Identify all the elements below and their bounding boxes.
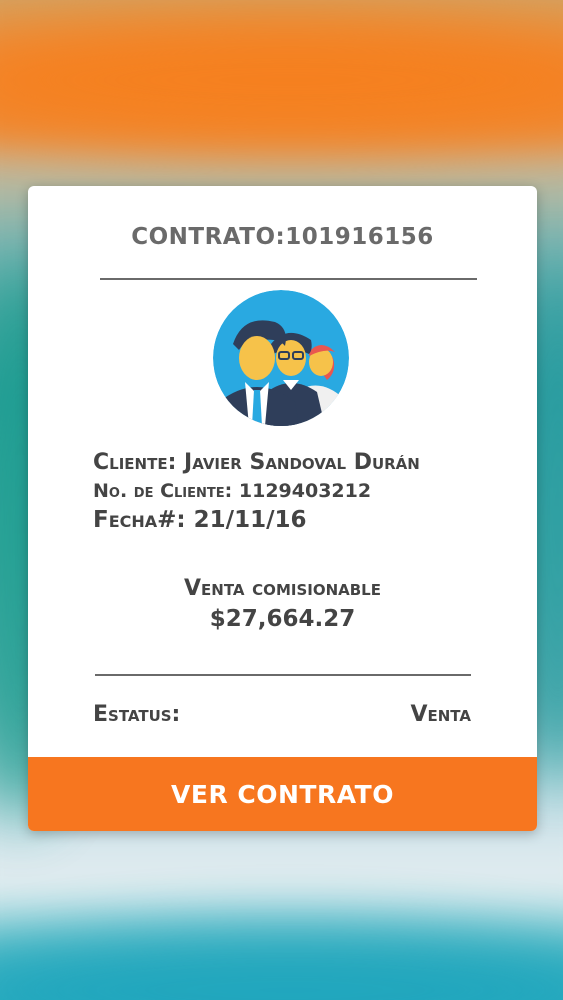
status-row: Estatus: Venta: [93, 702, 471, 727]
client-name-label: Cliente:: [93, 450, 177, 475]
sale-amount: $27,664.27: [209, 606, 356, 632]
date-row: Fecha#: 21/11/16: [93, 506, 420, 535]
client-number-row: No. de Cliente: 1129403212: [93, 477, 420, 506]
contract-title: CONTRATO:101916156: [131, 224, 434, 250]
client-number-value: 1129403212: [238, 480, 372, 502]
sale-label: Venta comisionable: [184, 576, 381, 601]
divider: [100, 278, 477, 280]
client-name-value: Javier Sandoval Durán: [184, 450, 420, 475]
contract-card: CONTRATO:101916156 Cliente: Javier Sando…: [28, 186, 537, 831]
divider: [95, 674, 471, 676]
status-value: Venta: [410, 702, 471, 727]
date-label: Fecha#:: [93, 507, 186, 533]
client-number-label: No. de Cliente:: [93, 480, 233, 502]
sale-summary: Venta comisionable $27,664.27: [28, 574, 537, 634]
client-name-row: Cliente: Javier Sandoval Durán: [93, 448, 420, 477]
date-value: 21/11/16: [193, 507, 307, 533]
view-contract-button[interactable]: VER CONTRATO: [28, 757, 537, 831]
status-label: Estatus:: [93, 702, 181, 727]
client-info: Cliente: Javier Sandoval Durán No. de Cl…: [93, 448, 420, 535]
people-group-icon: [213, 290, 349, 426]
